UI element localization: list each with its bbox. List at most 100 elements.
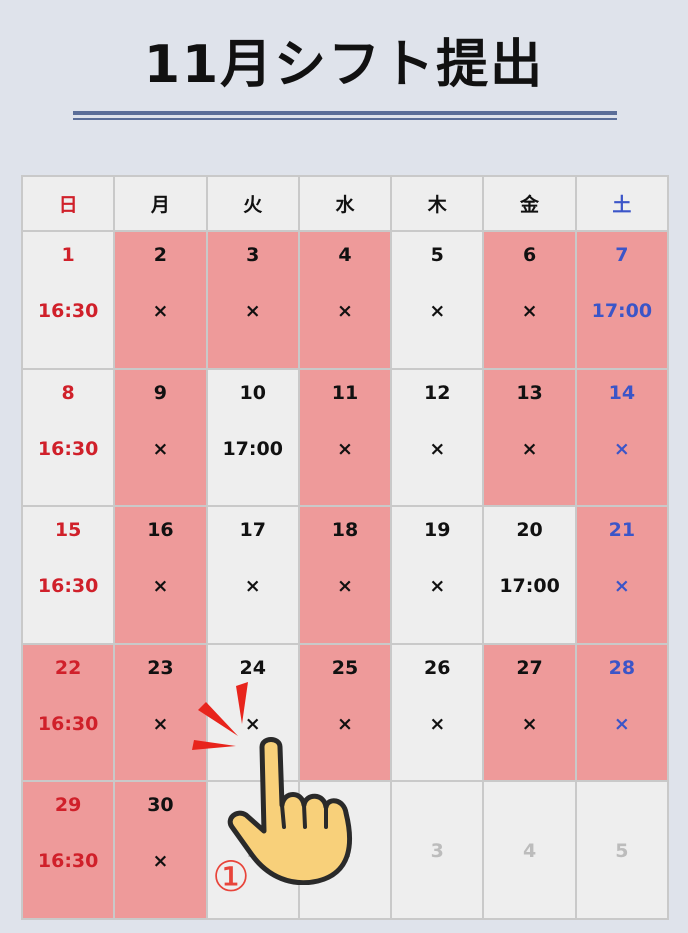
shift-value: × [521, 300, 538, 322]
shift-value: 17:00 [222, 437, 283, 460]
day-cell-2[interactable]: 2 × [115, 232, 208, 370]
day-number: 25 [331, 656, 359, 679]
day-cell-6[interactable]: 6 × [484, 232, 577, 370]
weekday-wed: 水 [299, 177, 393, 232]
day-number: 12 [424, 381, 451, 404]
shift-value: 16:30 [37, 712, 99, 735]
shift-value: × [429, 437, 446, 460]
day-number: 22 [54, 656, 82, 679]
shift-value: × [521, 437, 538, 460]
shift-value: 17:00 [591, 300, 653, 322]
day-number: 23 [147, 656, 174, 679]
shift-value: 16:30 [37, 850, 99, 873]
day-number: 1 [61, 244, 75, 266]
day-cell-22[interactable]: 22 16:30 [23, 644, 116, 783]
shift-value: × [521, 712, 538, 735]
day-cell-9[interactable]: 9 × [115, 369, 208, 508]
day-cell-21[interactable]: 21 × [576, 507, 669, 645]
shift-value: × [152, 300, 169, 322]
day-number: 10 [239, 381, 266, 404]
shift-value: × [337, 712, 353, 735]
day-number: 19 [424, 519, 451, 542]
day-number: 29 [54, 794, 82, 817]
day-cell-16[interactable]: 16 × [115, 507, 208, 645]
day-number: 26 [424, 656, 451, 679]
shift-value: × [337, 300, 353, 322]
day-cell-20[interactable]: 20 17:00 [484, 507, 577, 645]
day-number: 3 [246, 244, 260, 266]
shift-value: 16:30 [37, 300, 99, 322]
weekday-fri: 金 [484, 177, 577, 232]
day-cell-23[interactable]: 23 × [115, 644, 208, 783]
shift-value: × [152, 850, 169, 873]
shift-value: × [429, 575, 446, 598]
day-cell-28[interactable]: 28 × [576, 644, 669, 783]
day-number: 18 [331, 519, 359, 542]
day-number: 5 [615, 840, 629, 863]
shift-value: × [244, 300, 261, 322]
day-cell-18[interactable]: 18 × [299, 507, 393, 645]
day-number: 21 [608, 519, 636, 542]
day-cell-17[interactable]: 17 × [207, 507, 300, 645]
day-number: 4 [338, 244, 352, 266]
shift-value: × [152, 712, 169, 735]
day-number: 2 [153, 244, 168, 266]
day-cell-19[interactable]: 19 × [392, 507, 485, 645]
next-month-cell-3: 3 [392, 782, 485, 920]
day-number: 3 [430, 840, 444, 863]
title-underline [73, 111, 617, 115]
day-number: 24 [239, 656, 266, 679]
day-cell-27[interactable]: 27 × [484, 644, 577, 783]
day-number: 11 [331, 381, 359, 404]
shift-value: × [337, 575, 353, 598]
day-cell-8[interactable]: 8 16:30 [23, 369, 116, 508]
day-cell-13[interactable]: 13 × [484, 369, 577, 508]
day-cell-5[interactable]: 5 × [392, 232, 485, 370]
day-number: 14 [608, 381, 636, 404]
day-number: 15 [54, 519, 82, 542]
shift-value: × [429, 300, 446, 322]
day-cell-10[interactable]: 10 17:00 [207, 369, 300, 508]
shift-value: × [613, 575, 630, 598]
day-cell-11[interactable]: 11 × [299, 369, 393, 508]
next-month-cell-4: 4 [484, 782, 577, 920]
day-cell-29[interactable]: 29 16:30 [23, 782, 116, 920]
day-number: 5 [430, 244, 444, 266]
day-cell-12[interactable]: 12 × [392, 369, 485, 508]
day-number: 13 [516, 381, 543, 404]
shift-value: × [244, 575, 261, 598]
day-number: 8 [61, 381, 75, 404]
shift-value: 16:30 [37, 575, 99, 598]
day-number: 17 [239, 519, 266, 542]
day-number: 30 [147, 794, 174, 817]
shift-value: × [244, 712, 261, 735]
day-cell-7[interactable]: 7 17:00 [576, 232, 669, 370]
day-cell-4[interactable]: 4 × [299, 232, 393, 370]
weekday-sun: 日 [23, 177, 116, 232]
shift-value: × [337, 437, 353, 460]
day-cell-3[interactable]: 3 × [207, 232, 300, 370]
day-number: 7 [615, 244, 629, 266]
day-number: 9 [153, 381, 168, 404]
shift-value: 16:30 [37, 437, 99, 460]
shift-value: × [613, 712, 630, 735]
day-cell-26[interactable]: 26 × [392, 644, 485, 783]
day-number: 20 [516, 519, 543, 542]
day-cell-15[interactable]: 15 16:30 [23, 507, 116, 645]
shift-value: 17:00 [499, 575, 560, 598]
page-title: 11月シフト提出 [143, 35, 545, 95]
day-number: 27 [516, 656, 543, 679]
shift-value: × [429, 712, 446, 735]
weekday-mon: 月 [115, 177, 208, 232]
title-underline-thin [73, 118, 617, 120]
next-month-cell-5: 5 [576, 782, 669, 920]
shift-value: × [152, 437, 169, 460]
day-cell-14[interactable]: 14 × [576, 369, 669, 508]
weekday-sat: 土 [576, 177, 669, 232]
shift-value: × [152, 575, 169, 598]
day-number: 28 [608, 656, 636, 679]
day-cell-30[interactable]: 30 × [115, 782, 208, 920]
weekday-tue: 火 [207, 177, 300, 232]
day-cell-1[interactable]: 1 16:30 [23, 232, 116, 370]
step-marker: ① [212, 852, 250, 901]
